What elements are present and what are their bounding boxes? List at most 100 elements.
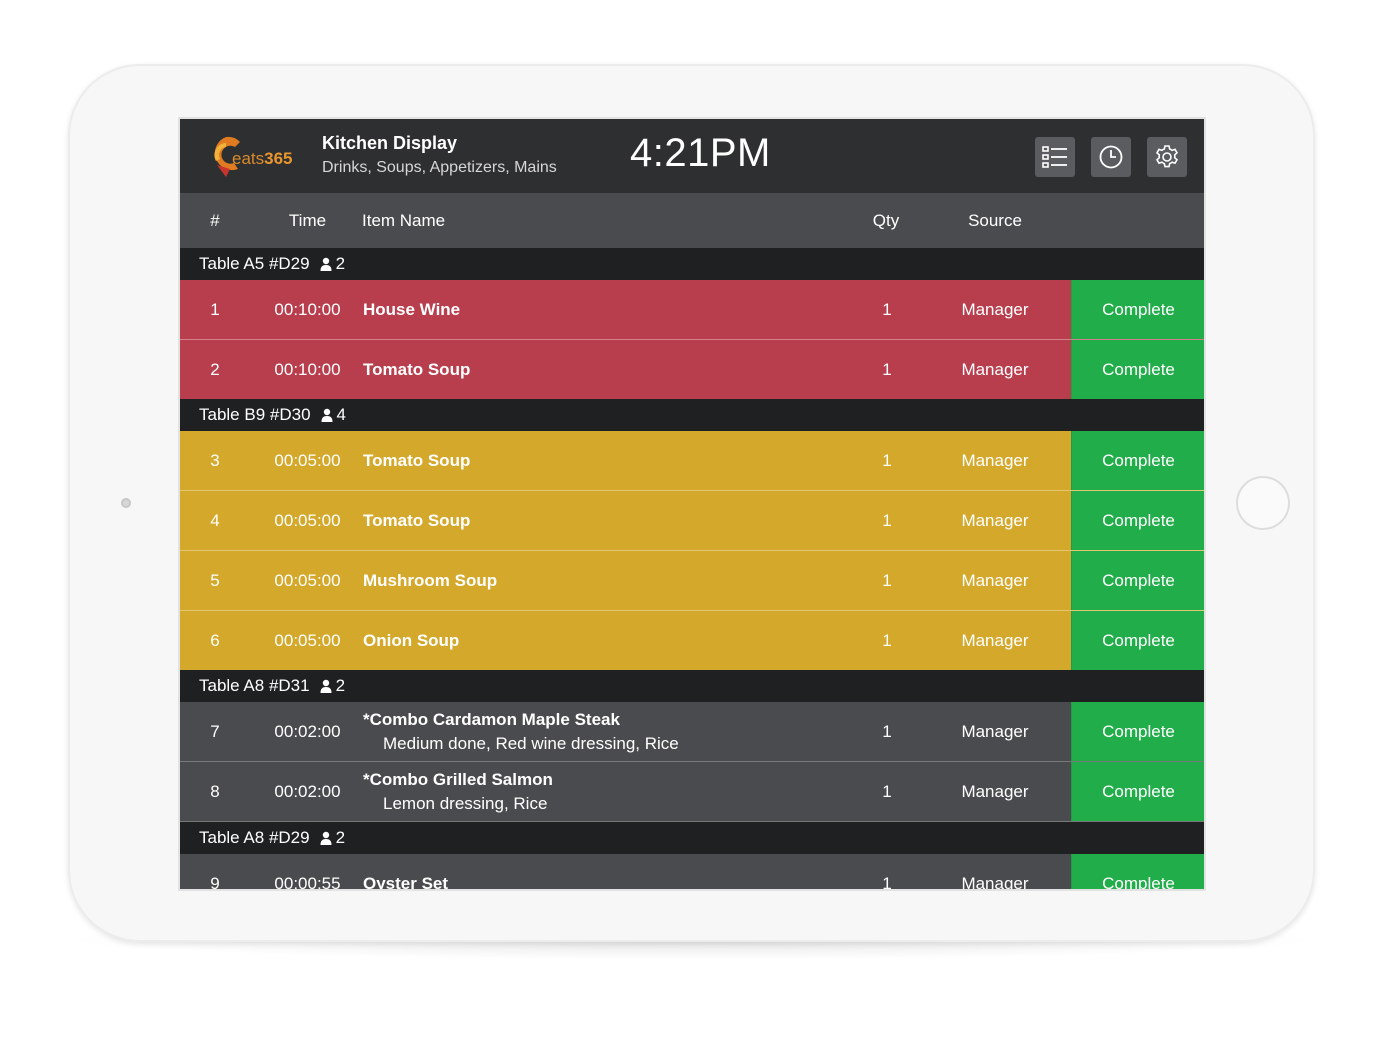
item-number: 7 [210, 721, 220, 741]
item-source: Manager [961, 510, 1029, 530]
camera [121, 498, 131, 508]
guest-icon [321, 408, 333, 422]
item-number: 3 [210, 450, 220, 470]
column-source: Source [968, 210, 1022, 230]
home-button[interactable] [1236, 476, 1290, 530]
order-item-row: 2 00:10:00 Tomato Soup 1 Manager Complete [180, 340, 1204, 399]
item-elapsed-time: 00:00:55 [274, 873, 341, 890]
item-name-cell: Tomato Soup [363, 340, 470, 399]
guest-count-value: 2 [335, 254, 346, 273]
gear-icon [1155, 145, 1179, 168]
order-item-row: 4 00:05:00 Tomato Soup 1 Manager Complete [180, 491, 1204, 551]
item-name-cell: *Combo Cardamon Maple Steak Medium done, … [363, 702, 679, 761]
station-categories: Drinks, Soups, Appetizers, Mains [322, 159, 557, 176]
item-name: Onion Soup [363, 630, 460, 650]
table-group-header: Table A5 #D29 2 [180, 248, 1204, 280]
complete-button[interactable]: Complete [1071, 551, 1204, 610]
item-qty: 1 [882, 873, 892, 890]
item-source: Manager [961, 781, 1029, 801]
item-source: Manager [961, 873, 1029, 890]
item-name-cell: House Wine [363, 280, 460, 339]
item-elapsed-time: 00:05:00 [274, 450, 341, 470]
item-name: Mushroom Soup [363, 570, 498, 590]
item-modifiers: Lemon dressing, Rice [383, 793, 548, 813]
table-label: Table A5 #D29 [199, 254, 310, 273]
item-qty: 1 [882, 359, 892, 379]
item-name: *Combo Grilled Salmon [363, 769, 553, 789]
table-label: Table A8 #D31 [199, 676, 310, 695]
logo-number: 365 [264, 149, 293, 168]
item-qty: 1 [882, 721, 892, 741]
table-label: Table A8 #D29 [199, 828, 310, 847]
column-time: Time [288, 210, 327, 230]
item-name-cell: Tomato Soup [363, 491, 470, 550]
item-elapsed-time: 00:05:00 [274, 630, 341, 650]
item-qty: 1 [882, 570, 892, 590]
logo-text: eats365 [232, 149, 293, 169]
item-qty: 1 [882, 299, 892, 319]
item-elapsed-time: 00:05:00 [274, 570, 341, 590]
list-icon [1042, 146, 1067, 168]
complete-button[interactable]: Complete [1071, 854, 1204, 889]
item-qty: 1 [882, 450, 892, 470]
item-name-cell: Oyster Set [363, 854, 449, 890]
item-name: Tomato Soup [363, 510, 471, 530]
item-source: Manager [961, 450, 1029, 470]
order-item-row: 9 00:00:55 Oyster Set 1 Manager Complete [180, 854, 1204, 889]
history-button[interactable] [1091, 137, 1131, 177]
settings-button[interactable] [1147, 137, 1187, 177]
table-group-header: Table A8 #D29 2 [180, 822, 1204, 854]
item-name-cell: Onion Soup [363, 611, 459, 670]
list-view-button[interactable] [1035, 137, 1075, 177]
item-source: Manager [961, 299, 1029, 319]
item-qty: 1 [882, 781, 892, 801]
guest-count: 4 [321, 405, 346, 425]
logo-word: eats [232, 149, 265, 168]
order-item-row: 5 00:05:00 Mushroom Soup 1 Manager Complete [180, 551, 1204, 611]
item-name: House Wine [363, 299, 461, 319]
item-elapsed-time: 00:02:00 [274, 721, 341, 741]
complete-button[interactable]: Complete [1071, 491, 1204, 550]
item-number: 5 [210, 570, 220, 590]
table-group-header: Table B9 #D30 4 [180, 399, 1204, 431]
current-time: 4:21PM [630, 131, 771, 175]
eats365-logo: eats365 [208, 135, 298, 179]
item-elapsed-time: 00:05:00 [274, 510, 341, 530]
item-number: 6 [210, 630, 220, 650]
complete-button[interactable]: Complete [1071, 340, 1204, 399]
complete-button[interactable]: Complete [1071, 702, 1204, 761]
item-source: Manager [961, 570, 1029, 590]
complete-button[interactable]: Complete [1071, 762, 1204, 821]
item-number: 4 [210, 510, 220, 530]
complete-button[interactable]: Complete [1071, 611, 1204, 670]
order-item-row: 7 00:02:00 *Combo Cardamon Maple Steak Medi… [180, 702, 1204, 762]
guest-icon [320, 257, 332, 271]
item-elapsed-time: 00:02:00 [274, 781, 341, 801]
order-list: Table A5 #D29 2 1 00:10:00 House Wine 1 Manage… [180, 248, 1204, 889]
column-item-name: Item Name [362, 210, 446, 230]
complete-button[interactable]: Complete [1071, 431, 1204, 490]
item-qty: 1 [882, 630, 892, 650]
table-label: Table B9 #D30 [199, 405, 311, 424]
clock-icon [1099, 145, 1123, 169]
column-header-row: # Time Item Name Qty Source [180, 193, 1204, 248]
top-bar: eats365 Kitchen Display Drinks, Soups, A… [180, 119, 1204, 193]
item-source: Manager [961, 359, 1029, 379]
item-number: 8 [210, 781, 220, 801]
item-number: 9 [210, 873, 220, 890]
page-title: Kitchen Display [322, 133, 458, 153]
guest-icon [320, 679, 332, 693]
item-source: Manager [961, 630, 1029, 650]
item-elapsed-time: 00:10:00 [274, 299, 341, 319]
item-number: 2 [210, 359, 220, 379]
complete-button[interactable]: Complete [1071, 280, 1204, 339]
item-source: Manager [961, 721, 1029, 741]
column-qty: Qty [872, 210, 900, 230]
guest-count-value: 2 [335, 676, 346, 695]
table-group-header: Table A8 #D31 2 [180, 670, 1204, 702]
guest-icon [320, 831, 332, 845]
item-name: *Combo Cardamon Maple Steak [363, 709, 620, 729]
item-name: Oyster Set [363, 873, 449, 890]
item-elapsed-time: 00:10:00 [274, 359, 341, 379]
order-item-row: 3 00:05:00 Tomato Soup 1 Manager Complete [180, 431, 1204, 491]
